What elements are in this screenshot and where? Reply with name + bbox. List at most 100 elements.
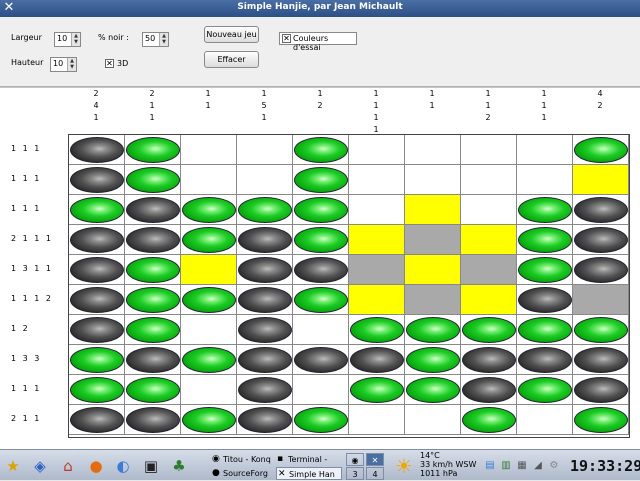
grid-cell[interactable] [293, 135, 349, 165]
grid-cell[interactable] [405, 165, 461, 195]
grid-cell[interactable] [349, 315, 405, 345]
grid-cell[interactable] [69, 255, 125, 285]
grid-cell[interactable] [405, 405, 461, 435]
spin-down-icon[interactable]: ▼ [72, 39, 80, 45]
grid-cell[interactable] [237, 255, 293, 285]
height-spinbox[interactable]: 10 ▲ ▼ [50, 57, 77, 72]
grid-cell[interactable] [517, 285, 573, 315]
spin-down-icon[interactable]: ▼ [68, 64, 76, 70]
grid-cell[interactable] [517, 405, 573, 435]
grid-cell[interactable] [125, 405, 181, 435]
grid-cell[interactable] [405, 195, 461, 225]
grid-cell[interactable] [181, 315, 237, 345]
grid-cell[interactable] [125, 285, 181, 315]
grid-cell[interactable] [125, 255, 181, 285]
grid-cell[interactable] [237, 135, 293, 165]
grid-cell[interactable] [573, 405, 629, 435]
spin-down-icon[interactable]: ▼ [160, 39, 168, 45]
task-konqueror[interactable]: ◉ Titou - Konq [211, 453, 273, 466]
grid-cell[interactable] [237, 375, 293, 405]
pager-x-icon[interactable]: ✕ [366, 453, 384, 466]
new-game-button[interactable]: Nouveau jeu [204, 26, 259, 43]
grid-cell[interactable] [405, 135, 461, 165]
grid-cell[interactable] [69, 345, 125, 375]
grid-cell[interactable] [461, 165, 517, 195]
grid-cell[interactable] [573, 375, 629, 405]
grid-cell[interactable] [237, 405, 293, 435]
grid-cell[interactable] [461, 405, 517, 435]
grid-cell[interactable] [181, 165, 237, 195]
grid-cell[interactable] [293, 315, 349, 345]
clear-button[interactable]: Effacer [204, 51, 259, 68]
grid-cell[interactable] [237, 315, 293, 345]
title-bar[interactable]: ✕ Simple Hanjie, par Jean Michault [0, 0, 640, 17]
grid-cell[interactable] [405, 225, 461, 255]
grid-cell[interactable] [181, 405, 237, 435]
grid-cell[interactable] [517, 135, 573, 165]
kde-menu-icon[interactable]: ◈ [30, 456, 50, 476]
grid-cell[interactable] [405, 255, 461, 285]
grid-cell[interactable] [349, 255, 405, 285]
task-sourceforge[interactable]: ● SourceForg [211, 467, 273, 480]
grid-cell[interactable] [461, 135, 517, 165]
grid-cell[interactable] [349, 165, 405, 195]
grid-cell[interactable] [573, 225, 629, 255]
grid-cell[interactable] [349, 285, 405, 315]
tray-settings-icon[interactable]: ⚙ [544, 456, 564, 476]
grid-cell[interactable] [573, 135, 629, 165]
grid-cell[interactable] [293, 405, 349, 435]
grid-cell[interactable] [181, 255, 237, 285]
trial-colors-checkbox[interactable]: ✕ [282, 34, 291, 43]
grid-cell[interactable] [461, 225, 517, 255]
grid-cell[interactable] [293, 165, 349, 195]
black-pct-spinbox[interactable]: 50 ▲ ▼ [142, 32, 169, 47]
grid-cell[interactable] [69, 375, 125, 405]
grid-cell[interactable] [181, 285, 237, 315]
grid-cell[interactable] [181, 345, 237, 375]
pager-desktop-3[interactable]: 3 [346, 467, 364, 480]
grid-cell[interactable] [181, 225, 237, 255]
grid-cell[interactable] [405, 345, 461, 375]
grid-cell[interactable] [405, 375, 461, 405]
grid-cell[interactable] [181, 375, 237, 405]
grid-cell[interactable] [181, 195, 237, 225]
grid-cell[interactable] [573, 345, 629, 375]
grid-cell[interactable] [125, 195, 181, 225]
grid-cell[interactable] [69, 285, 125, 315]
firefox-icon[interactable]: ● [86, 456, 106, 476]
grid-cell[interactable] [461, 255, 517, 285]
grid-cell[interactable] [237, 195, 293, 225]
grid-cell[interactable] [125, 135, 181, 165]
grid-cell[interactable] [461, 195, 517, 225]
grid-cell[interactable] [237, 225, 293, 255]
grid-cell[interactable] [125, 375, 181, 405]
task-simple-hanjie[interactable]: ✕ Simple Han [276, 467, 342, 480]
grid-cell[interactable] [573, 285, 629, 315]
grid-cell[interactable] [125, 345, 181, 375]
trial-colors-option[interactable]: ✕ Couleurs d'essai [279, 32, 357, 52]
grid-cell[interactable] [237, 285, 293, 315]
grid-cell[interactable] [349, 135, 405, 165]
grid-cell[interactable] [237, 345, 293, 375]
grid-cell[interactable] [125, 315, 181, 345]
grid-cell[interactable] [181, 135, 237, 165]
grid-cell[interactable] [461, 315, 517, 345]
grid-cell[interactable] [517, 165, 573, 195]
grid-cell[interactable] [125, 225, 181, 255]
grid-cell[interactable] [517, 375, 573, 405]
grid-cell[interactable] [517, 195, 573, 225]
grid-cell[interactable] [573, 255, 629, 285]
grid-cell[interactable] [349, 405, 405, 435]
grid-cell[interactable] [293, 285, 349, 315]
grid-cell[interactable] [293, 225, 349, 255]
height-spin-arrows[interactable]: ▲ ▼ [67, 58, 76, 71]
grid-cell[interactable] [517, 255, 573, 285]
sun-weather-icon[interactable]: ☀ [394, 456, 414, 476]
grid-cell[interactable] [293, 195, 349, 225]
grid-cell[interactable] [349, 195, 405, 225]
terminal-icon[interactable]: ▣ [141, 456, 161, 476]
grid-cell[interactable] [517, 225, 573, 255]
grid-cell[interactable] [517, 345, 573, 375]
people-icon[interactable]: ♣ [169, 456, 189, 476]
grid-cell[interactable] [69, 405, 125, 435]
